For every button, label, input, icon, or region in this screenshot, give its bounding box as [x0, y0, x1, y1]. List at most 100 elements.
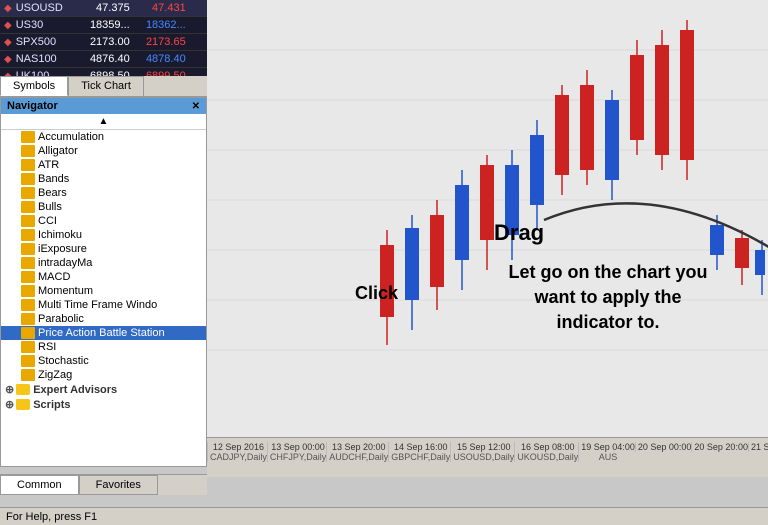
indicator-icon [21, 215, 35, 227]
time-label: 19 Sep 04:00AUS [578, 442, 635, 462]
indicator-icon [21, 187, 35, 199]
nav-item-label: Ichimoku [38, 229, 82, 241]
nav-item[interactable]: intradayMa [1, 256, 206, 270]
nav-item[interactable]: MACD [1, 270, 206, 284]
category-label: Scripts [33, 399, 70, 411]
ticker-price2: 18362... [134, 19, 186, 31]
nav-item-label: Price Action Battle Station [38, 327, 165, 339]
ticker-diamond: ◆ [4, 54, 12, 65]
ticker-diamond: ◆ [4, 3, 12, 14]
nav-item[interactable]: CCI [1, 214, 206, 228]
ticker-row[interactable]: ◆ US30 18359... 18362... [0, 17, 207, 34]
ticker-price2: 47.431 [134, 2, 186, 14]
ticker-row[interactable]: ◆ SPX500 2173.00 2173.65 [0, 34, 207, 51]
indicator-icon [21, 271, 35, 283]
time-text: 15 Sep 12:00 [457, 442, 511, 452]
tab-symbols[interactable]: Symbols [0, 76, 68, 96]
ticker-row[interactable]: ◆ NAS100 4876.40 4878.40 [0, 51, 207, 68]
instrument-label: USOUSD,Daily [453, 452, 514, 462]
time-label: 20 Sep 20:00 [691, 442, 748, 452]
time-label: 21 Sep [748, 442, 768, 452]
nav-item[interactable]: Multi Time Frame Windo [1, 298, 206, 312]
nav-item[interactable]: Stochastic [1, 354, 206, 368]
indicator-icon [21, 299, 35, 311]
nav-item[interactable]: Bulls [1, 200, 206, 214]
indicator-icon [21, 173, 35, 185]
status-text: For Help, press F1 [6, 511, 97, 523]
instrument-label: UKOUSD,Daily [517, 452, 578, 462]
time-text: 13 Sep 20:00 [332, 442, 386, 452]
nav-item-label: Bands [38, 173, 69, 185]
nav-item[interactable]: iExposure [1, 242, 206, 256]
time-label: 13 Sep 00:00CHFJPY,Daily [267, 442, 326, 462]
nav-item[interactable]: ATR [1, 158, 206, 172]
nav-item[interactable]: Price Action Battle Station [1, 326, 206, 340]
folder-icon [16, 384, 30, 395]
ticker-price1: 2173.00 [78, 36, 130, 48]
time-label: 12 Sep 2016CADJPY,Daily [207, 442, 267, 462]
tabs-row: Symbols Tick Chart [0, 76, 207, 97]
nav-item-label: CCI [38, 215, 57, 227]
time-label: 15 Sep 12:00USOUSD,Daily [450, 442, 514, 462]
nav-item-label: MACD [38, 271, 70, 283]
instrument-label: AUDCHF,Daily [329, 452, 388, 462]
time-label: 14 Sep 16:00GBPCHF,Daily [388, 442, 450, 462]
ticker-symbol: USOUSD [16, 2, 74, 14]
nav-item[interactable]: Parabolic [1, 312, 206, 326]
nav-item-label: Stochastic [38, 355, 89, 367]
nav-item-label: iExposure [38, 243, 87, 255]
indicator-icon [21, 257, 35, 269]
ticker-price2: 4878.40 [134, 53, 186, 65]
nav-item[interactable]: Alligator [1, 144, 206, 158]
nav-item[interactable]: Bears [1, 186, 206, 200]
indicator-icon [21, 313, 35, 325]
ticker-symbol: SPX500 [16, 36, 74, 48]
nav-category[interactable]: ⊕ Expert Advisors [1, 382, 206, 397]
instrument-label: AUS [599, 452, 618, 462]
time-text: 19 Sep 04:00 [581, 442, 635, 452]
indicator-icon [21, 341, 35, 353]
indicator-icon [21, 369, 35, 381]
instrument-label: CHFJPY,Daily [270, 452, 326, 462]
category-label: Expert Advisors [33, 384, 117, 396]
indicator-icon [21, 243, 35, 255]
nav-item-label: Bears [38, 187, 67, 199]
expand-icon: ⊕ [5, 383, 14, 396]
nav-item-label: Momentum [38, 285, 93, 297]
navigator-title: Navigator [7, 100, 58, 112]
ticker-price2: 2173.65 [134, 36, 186, 48]
nav-item[interactable]: ZigZag [1, 368, 206, 382]
nav-category[interactable]: ⊕Scripts [1, 397, 206, 412]
ticker-price1: 4876.40 [78, 53, 130, 65]
bottom-tab-common[interactable]: Common [0, 475, 79, 495]
time-label: 13 Sep 20:00AUDCHF,Daily [326, 442, 388, 462]
ticker-row[interactable]: ◆ USOUSD 47.375 47.431 [0, 0, 207, 17]
indicator-icon [21, 131, 35, 143]
time-axis: 12 Sep 2016CADJPY,Daily13 Sep 00:00CHFJP… [207, 437, 768, 477]
nav-item-label: Accumulation [38, 131, 104, 143]
navigator-header: Navigator ✕ [1, 98, 206, 114]
nav-item[interactable]: RSI [1, 340, 206, 354]
click-label: Click [355, 283, 398, 304]
nav-item[interactable]: Accumulation [1, 130, 206, 144]
time-label: 20 Sep 00:00 [635, 442, 692, 452]
ticker-price1: 18359... [78, 19, 130, 31]
nav-item-label: ZigZag [38, 369, 72, 381]
bottom-tab-favorites[interactable]: Favorites [79, 475, 158, 495]
indicator-icon [21, 229, 35, 241]
tab-tick-chart[interactable]: Tick Chart [68, 76, 144, 96]
indicator-icon [21, 145, 35, 157]
nav-item-label: RSI [38, 341, 56, 353]
ticker-symbol: NAS100 [16, 53, 74, 65]
time-text: 13 Sep 00:00 [271, 442, 325, 452]
instrument-label: GBPCHF,Daily [391, 452, 450, 462]
scroll-up-icon[interactable]: ▲ [1, 114, 206, 130]
nav-item[interactable]: Ichimoku [1, 228, 206, 242]
chart-area: 12 Sep 2016CADJPY,Daily13 Sep 00:00CHFJP… [207, 0, 768, 477]
nav-item[interactable]: Bands [1, 172, 206, 186]
time-text: 12 Sep 2016 [213, 442, 264, 452]
nav-item[interactable]: Momentum [1, 284, 206, 298]
navigator-close-icon[interactable]: ✕ [192, 101, 200, 112]
ticker-bar: ◆ USOUSD 47.375 47.431 ◆ US30 18359... 1… [0, 0, 207, 85]
indicator-icon [21, 201, 35, 213]
